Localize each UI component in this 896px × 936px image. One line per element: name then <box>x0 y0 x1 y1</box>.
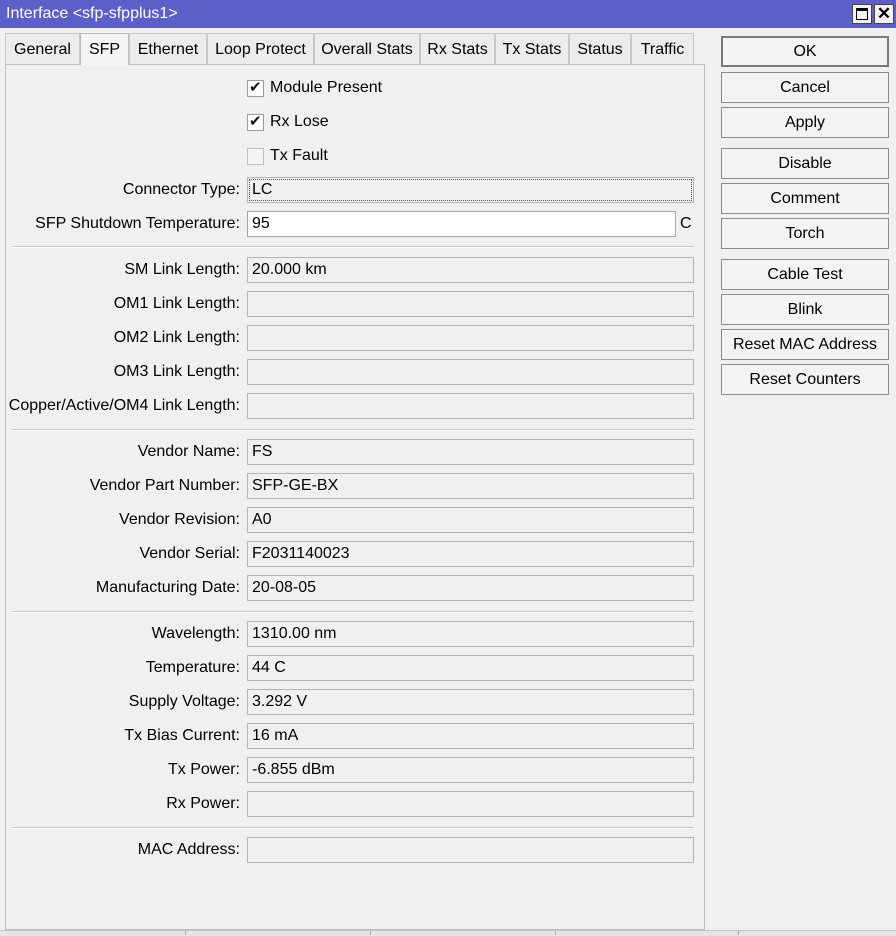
mac-address-label: MAC Address: <box>137 841 240 858</box>
om3-link-length-field <box>247 359 694 385</box>
tab-traffic[interactable]: Traffic <box>631 33 694 64</box>
apply-button[interactable]: Apply <box>721 107 889 138</box>
module-present-checkbox[interactable] <box>247 78 264 97</box>
supply-voltage-label: Supply Voltage: <box>128 693 240 710</box>
close-icon[interactable]: ✕ <box>874 4 894 24</box>
cancel-button[interactable]: Cancel <box>721 72 889 103</box>
tab-ethernet[interactable]: Ethernet <box>129 33 207 64</box>
status-bar <box>0 930 896 936</box>
module-present-label: Module Present <box>270 79 383 96</box>
torch-button[interactable]: Torch <box>721 218 889 249</box>
comment-button[interactable]: Comment <box>721 183 889 214</box>
separator <box>12 429 694 431</box>
status-bar-divider <box>738 931 739 935</box>
vendor-name-field: FS <box>247 439 694 465</box>
temperature-unit-label: C <box>680 215 692 232</box>
om1-link-length-field <box>247 291 694 317</box>
tx-bias-current-field: 16 mA <box>247 723 694 749</box>
connector-type-label: Connector Type: <box>122 181 240 198</box>
separator <box>12 611 694 613</box>
sfp-shutdown-temperature-label: SFP Shutdown Temperature: <box>35 215 240 232</box>
status-bar-divider <box>555 931 556 935</box>
wavelength-label: Wavelength: <box>151 625 240 642</box>
interface-dialog: Interface <sfp-sfpplus1> ✕ General SFP E… <box>0 0 896 936</box>
vendor-name-label: Vendor Name: <box>137 443 240 460</box>
supply-voltage-field: 3.292 V <box>247 689 694 715</box>
ok-button[interactable]: OK <box>721 36 889 67</box>
window-title: Interface <sfp-sfpplus1> <box>6 5 178 22</box>
status-bar-divider <box>370 931 371 935</box>
om2-link-length-field <box>247 325 694 351</box>
copper-link-length-field <box>247 393 694 419</box>
vendor-revision-field: A0 <box>247 507 694 533</box>
separator <box>12 246 694 248</box>
tx-power-label: Tx Power: <box>167 761 240 778</box>
manufacturing-date-label: Manufacturing Date: <box>95 579 240 596</box>
tab-tx-stats[interactable]: Tx Stats <box>495 33 569 64</box>
sm-link-length-label: SM Link Length: <box>124 261 240 278</box>
tab-rx-stats[interactable]: Rx Stats <box>420 33 495 64</box>
rx-power-field <box>247 791 694 817</box>
vendor-serial-label: Vendor Serial: <box>139 545 240 562</box>
sfp-shutdown-temperature-input[interactable]: 95 <box>247 211 676 237</box>
temperature-field: 44 C <box>247 655 694 681</box>
tx-fault-label: Tx Fault <box>270 147 328 164</box>
connector-type-field[interactable]: LC <box>247 177 694 203</box>
temperature-label: Temperature: <box>145 659 240 676</box>
disable-button[interactable]: Disable <box>721 148 889 179</box>
manufacturing-date-field: 20-08-05 <box>247 575 694 601</box>
wavelength-field: 1310.00 nm <box>247 621 694 647</box>
copper-link-length-label: Copper/Active/OM4 Link Length: <box>8 397 240 414</box>
title-bar[interactable]: Interface <sfp-sfpplus1> ✕ <box>0 0 896 28</box>
mac-address-field <box>247 837 694 863</box>
separator <box>12 827 694 829</box>
tab-status[interactable]: Status <box>569 33 631 64</box>
rx-lose-label: Rx Lose <box>270 113 329 130</box>
vendor-part-number-label: Vendor Part Number: <box>89 477 240 494</box>
tx-fault-checkbox[interactable] <box>247 148 264 165</box>
tab-general[interactable]: General <box>5 33 80 64</box>
blink-button[interactable]: Blink <box>721 294 889 325</box>
reset-counters-button[interactable]: Reset Counters <box>721 364 889 395</box>
rx-lose-checkbox[interactable] <box>247 112 264 131</box>
tab-loop-protect[interactable]: Loop Protect <box>207 33 314 64</box>
tx-bias-current-label: Tx Bias Current: <box>124 727 240 744</box>
sm-link-length-field: 20.000 km <box>247 257 694 283</box>
tab-sfp[interactable]: SFP <box>80 33 129 65</box>
om3-link-length-label: OM3 Link Length: <box>113 363 240 380</box>
maximize-icon[interactable] <box>852 4 872 24</box>
tx-power-field: -6.855 dBm <box>247 757 694 783</box>
vendor-serial-field: F2031140023 <box>247 541 694 567</box>
reset-mac-address-button[interactable]: Reset MAC Address <box>721 329 889 360</box>
om1-link-length-label: OM1 Link Length: <box>113 295 240 312</box>
vendor-part-number-field: SFP-GE-BX <box>247 473 694 499</box>
vendor-revision-label: Vendor Revision: <box>119 511 240 528</box>
rx-power-label: Rx Power: <box>166 795 240 812</box>
tab-overall-stats[interactable]: Overall Stats <box>314 33 420 64</box>
om2-link-length-label: OM2 Link Length: <box>113 329 240 346</box>
status-bar-divider <box>185 931 186 935</box>
cable-test-button[interactable]: Cable Test <box>721 259 889 290</box>
